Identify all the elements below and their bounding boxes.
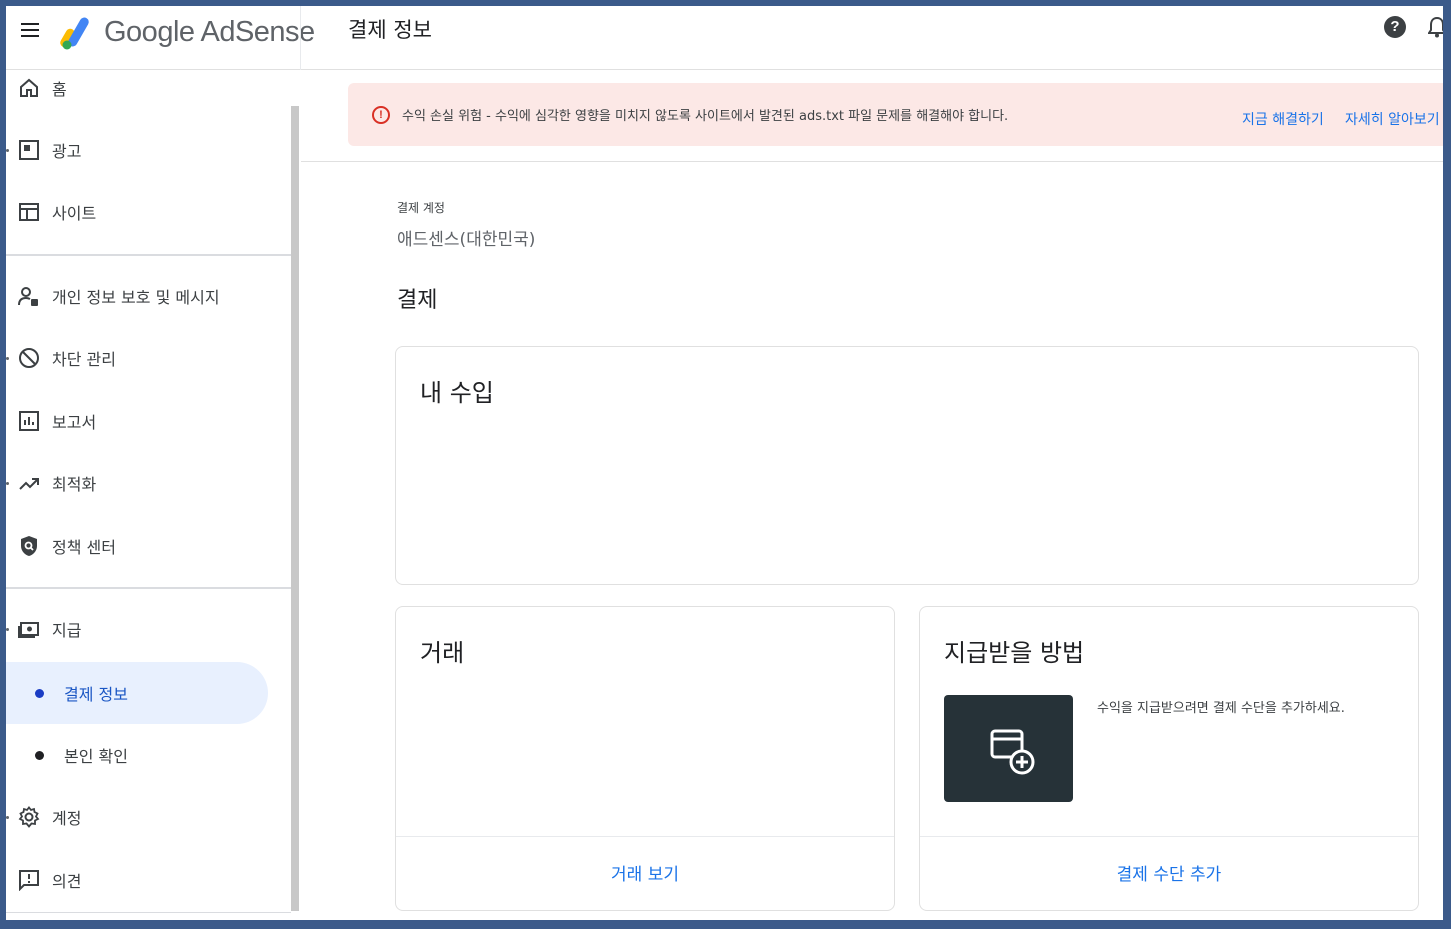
reports-icon [18,410,40,432]
top-bar: Google AdSense 결제 정보 ? [6,6,1443,70]
sidebar-item-feedback[interactable]: 의견 [6,855,291,905]
earnings-card: 내 수입 [395,346,1419,585]
sidebar-subitem-label: 결제 정보 [64,685,128,704]
sidebar-item-payments[interactable]: 지급 [6,604,291,654]
expand-dot [6,481,9,485]
trending-up-icon [18,472,40,494]
card-footer-divider [920,836,1418,837]
payment-method-card: 지급받을 방법 수익을 지급받으려면 결제 수단을 추가하세요. 결제 수단 추… [919,606,1419,911]
hamburger-menu-icon[interactable] [18,18,42,42]
expand-dot [6,815,9,819]
card-footer-divider [396,836,894,837]
sidebar-item-label: 지급 [52,621,82,640]
error-icon: ! [372,106,390,124]
sidebar-item-label: 차단 관리 [52,350,116,369]
expand-dot [6,627,9,631]
sidebar-item-reports[interactable]: 보고서 [6,396,291,446]
sidebar-divider [6,254,291,256]
payment-method-description: 수익을 지급받으려면 결제 수단을 추가하세요. [1097,701,1345,716]
sidebar-item-sites[interactable]: 사이트 [6,187,291,237]
adsense-logo[interactable]: Google AdSense [60,10,315,54]
sidebar-item-privacy-messaging[interactable]: 개인 정보 보호 및 메시지 [6,271,291,321]
block-icon [18,347,40,369]
transactions-card-title: 거래 [420,639,465,667]
sidebar-item-label: 홈 [52,80,67,99]
sidebar-item-label: 의견 [52,872,82,891]
expand-dot [6,148,9,152]
banner-message: 수익 손실 위험 - 수익에 심각한 영향을 미치지 않도록 사이트에서 발견된… [402,109,1009,124]
bullet-icon [35,688,44,698]
help-icon[interactable]: ? [1384,16,1406,38]
sidebar-subitem-label: 본인 확인 [64,747,128,766]
sidebar-divider [6,912,291,913]
page-title: 결제 정보 [348,18,432,42]
fix-now-link[interactable]: 지금 해결하기 [1242,109,1324,129]
sidebar-item-home[interactable]: 홈 [6,63,291,113]
sidebar-item-label: 최적화 [52,475,97,494]
sidebar-item-policy-center[interactable]: 정책 센터 [6,521,291,571]
payments-icon [18,618,40,640]
notifications-bell-icon[interactable] [1427,16,1443,38]
payments-section-title: 결제 [397,288,438,313]
sidebar-item-ads[interactable]: 광고 [6,125,291,175]
sidebar-item-label: 보고서 [52,413,97,432]
gear-icon [18,806,40,828]
sidebar-item-label: 계정 [52,809,82,828]
transactions-card: 거래 거래 보기 [395,606,895,911]
expand-dot [6,356,9,360]
sidebar-item-optimization[interactable]: 최적화 [6,458,291,508]
sidebar-item-label: 사이트 [52,204,97,223]
sidebar-subitem-payment-info[interactable]: 결제 정보 [6,662,268,724]
earnings-card-title: 내 수입 [420,379,494,407]
home-icon [18,77,40,99]
app-window: Google AdSense 결제 정보 ? 홈 광고 사이트 개인 정보 보호… [6,6,1443,920]
adsense-logo-mark-icon [60,14,94,50]
sidebar-divider [6,587,291,589]
ads-txt-warning-banner: ! 수익 손실 위험 - 수익에 심각한 영향을 미치지 않도록 사이트에서 발… [348,83,1443,146]
sites-icon [18,201,40,223]
privacy-person-icon [18,285,40,307]
sidebar-item-label: 개인 정보 보호 및 메시지 [52,288,220,307]
add-payment-method-tile[interactable] [944,695,1073,802]
sidebar-item-account[interactable]: 계정 [6,792,291,842]
add-card-icon [990,729,1035,775]
ads-icon [18,139,40,161]
payment-method-card-title: 지급받을 방법 [944,639,1085,667]
sidebar-scrollbar[interactable] [291,106,299,911]
main-content: ! 수익 손실 위험 - 수익에 심각한 영향을 미치지 않도록 사이트에서 발… [301,71,1443,920]
header-divider [300,6,301,70]
banner-divider [301,161,1443,162]
bullet-icon [35,750,44,760]
sidebar: 홈 광고 사이트 개인 정보 보호 및 메시지 차단 관리 보고서 최적화 정책… [6,71,300,920]
learn-more-link[interactable]: 자세히 알아보기 [1345,109,1440,129]
sidebar-item-label: 정책 센터 [52,538,116,557]
sidebar-item-label: 광고 [52,142,82,161]
sidebar-subitem-identity-verification[interactable]: 본인 확인 [6,724,268,786]
payment-account-value: 애드센스(대한민국) [397,230,536,250]
payment-account-label: 결제 계정 [397,201,445,215]
view-transactions-link[interactable]: 거래 보기 [396,860,894,885]
sidebar-item-blocking-controls[interactable]: 차단 관리 [6,333,291,383]
logo-text: Google AdSense [104,15,315,48]
policy-shield-icon [18,535,40,557]
add-payment-method-link[interactable]: 결제 수단 추가 [920,860,1418,885]
feedback-icon [18,869,40,892]
